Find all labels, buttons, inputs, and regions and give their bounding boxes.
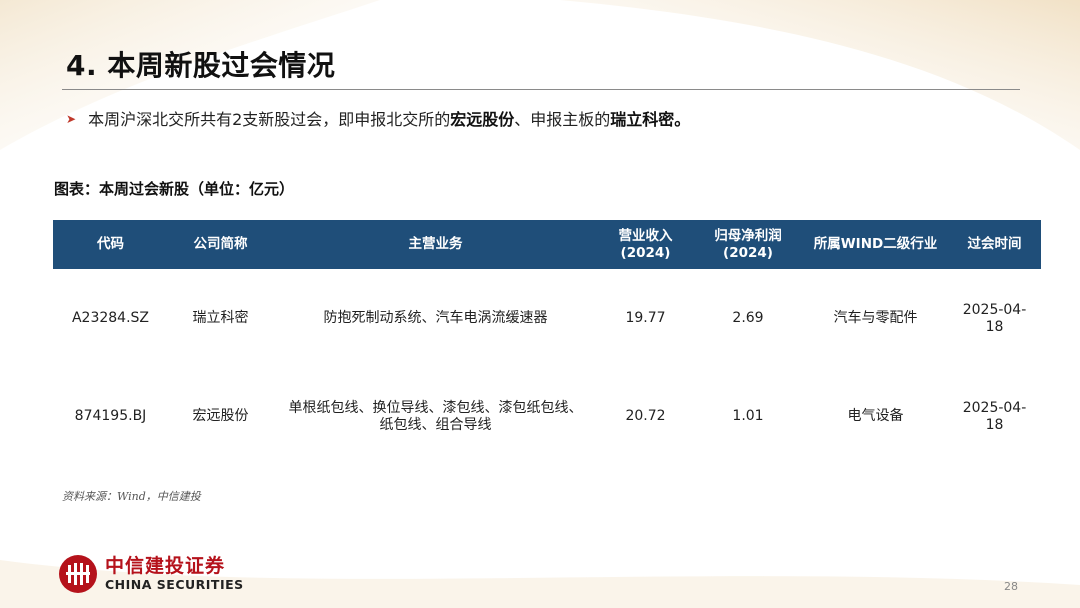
title-divider	[62, 89, 1020, 90]
company-logo: 中信建投证券 CHINA SECURITIES	[57, 553, 244, 595]
new-stocks-table: 代码 公司简称 主营业务 营业收入 (2024) 归母净利润 (2024) 所属WI…	[53, 220, 1041, 465]
cell-code: A23284.SZ	[71, 310, 150, 326]
cell-industry: 电气设备	[847, 408, 904, 424]
cell-industry: 汽车与零配件	[833, 310, 918, 326]
cell-name: 瑞立科密	[192, 310, 249, 326]
bullet-text-2: 、申报主板的	[514, 110, 611, 129]
cell-profit: 2.69	[732, 310, 764, 326]
summary-bullet: ➤ 本周沪深北交所共有2支新股过会，即申报北交所的宏远股份、申报主板的瑞立科密。	[66, 106, 690, 130]
cell-name: 宏远股份	[192, 408, 249, 424]
header-revenue: 营业收入 (2024)	[618, 227, 673, 261]
cell-code: 874195.BJ	[74, 408, 147, 424]
bullet-text-1: 本周沪深北交所共有2支新股过会，即申报北交所的	[88, 110, 451, 129]
table-caption: 图表：本周过会新股（单位：亿元）	[54, 180, 295, 198]
page-number: 28	[1004, 580, 1018, 593]
cell-date: 2025-04-18	[962, 301, 1027, 335]
arrow-bullet-icon: ➤	[66, 112, 77, 126]
cell-date: 2025-04-18	[962, 399, 1027, 433]
bullet-bold-2: 瑞立科密	[610, 110, 675, 129]
page-title: 4. 本周新股过会情况	[66, 49, 336, 82]
logo-name-en: CHINA SECURITIES	[105, 577, 244, 592]
bullet-text-3: 。	[674, 110, 691, 129]
header-profit: 归母净利润 (2024)	[714, 227, 782, 261]
table-row: A23284.SZ 瑞立科密 防抱死制动系统、汽车电涡流缓速器 19.77 2.…	[53, 269, 1041, 368]
table-row: 874195.BJ 宏远股份 单根纸包线、换位导线、漆包线、漆包纸包线、纸包线、…	[53, 368, 1041, 465]
cell-business: 单根纸包线、换位导线、漆包线、漆包纸包线、纸包线、组合导线	[288, 399, 583, 433]
cell-revenue: 19.77	[625, 310, 666, 326]
cell-revenue: 20.72	[625, 408, 666, 424]
header-code: 代码	[97, 236, 124, 252]
table-header-row: 代码 公司简称 主营业务 营业收入 (2024) 归母净利润 (2024) 所属WI…	[53, 220, 1041, 269]
header-name: 公司简称	[193, 236, 248, 252]
citic-logo-icon	[59, 555, 97, 593]
header-business: 主营业务	[408, 236, 463, 252]
source-note: 资料来源：Wind，中信建投	[62, 490, 201, 503]
header-date: 过会时间	[967, 236, 1022, 252]
header-industry: 所属WIND二级行业	[813, 236, 938, 252]
logo-name-cn: 中信建投证券	[105, 555, 226, 577]
cell-profit: 1.01	[732, 408, 764, 424]
bullet-bold-1: 宏远股份	[450, 110, 515, 129]
cell-business: 防抱死制动系统、汽车电涡流缓速器	[323, 310, 548, 326]
